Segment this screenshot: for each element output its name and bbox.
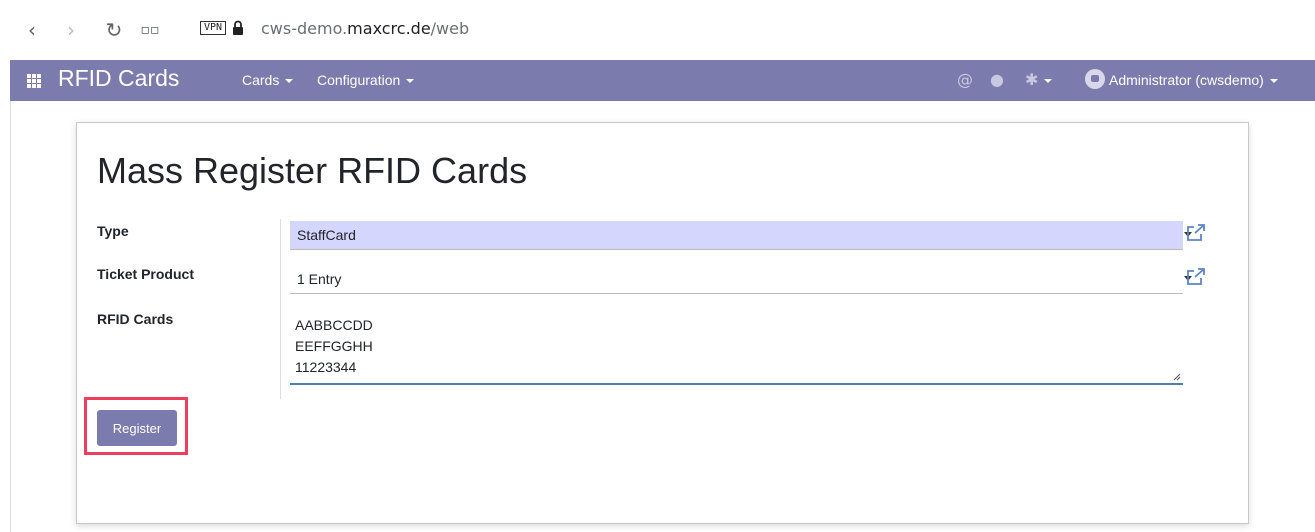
register-button[interactable]: Register — [97, 410, 177, 446]
chevron-down-icon — [1269, 79, 1278, 84]
app-title[interactable]: RFID Cards — [58, 65, 179, 92]
vpn-badge[interactable]: VPN — [200, 21, 227, 35]
apps-grid-icon[interactable] — [27, 74, 41, 88]
avatar[interactable] — [1085, 69, 1105, 89]
chat-icon[interactable]: ● — [990, 70, 1004, 89]
type-select[interactable]: StaffCard — [290, 221, 1192, 250]
tab-grid-icon[interactable]: ▫▫ — [140, 18, 160, 42]
field-label-rfid-cards: RFID Cards — [97, 311, 174, 327]
form-sheet: Mass Register RFID Cards Type Ticket Pro… — [76, 122, 1249, 524]
main-navbar: RFID Cards Cards Configuration @ ● ✱ Adm… — [10, 60, 1315, 101]
field-label-ticket-product: Ticket Product — [97, 266, 194, 282]
lock-icon[interactable] — [232, 20, 244, 36]
browser-toolbar: ‹ › ↻ ▫▫ VPN cws-demo.maxcrc.de/web — [0, 0, 1315, 60]
external-link-icon[interactable] — [1185, 223, 1207, 243]
menu-configuration[interactable]: Configuration — [317, 72, 415, 88]
rfid-line: 11223344 — [295, 359, 357, 375]
address-bar[interactable]: cws-demo.maxcrc.de/web — [261, 19, 469, 38]
page-title: Mass Register RFID Cards — [97, 150, 528, 191]
field-label-type: Type — [97, 223, 129, 239]
forward-icon[interactable]: › — [61, 18, 81, 42]
ticket-product-select[interactable]: 1 Entry — [290, 265, 1192, 294]
menu-cards[interactable]: Cards — [242, 72, 294, 88]
reload-icon[interactable]: ↻ — [104, 18, 124, 42]
chevron-down-icon — [1044, 78, 1053, 83]
page-left-border — [10, 101, 11, 532]
external-link-icon[interactable] — [1185, 267, 1207, 287]
chevron-down-icon — [285, 79, 294, 84]
user-menu[interactable]: Administrator (cwsdemo) — [1109, 72, 1278, 88]
label-divider — [280, 219, 281, 399]
rfid-cards-textarea[interactable]: AABBCCDD EEFFGGHH 11223344 — [290, 309, 1183, 385]
mention-icon[interactable]: @ — [957, 70, 973, 89]
rfid-line: AABBCCDD — [295, 317, 373, 333]
chevron-down-icon — [406, 79, 415, 84]
rfid-line: EEFFGGHH — [295, 338, 373, 354]
resize-handle-icon[interactable] — [1173, 373, 1181, 381]
debug-bug-icon[interactable]: ✱ — [1025, 70, 1053, 89]
back-icon[interactable]: ‹ — [22, 18, 42, 42]
